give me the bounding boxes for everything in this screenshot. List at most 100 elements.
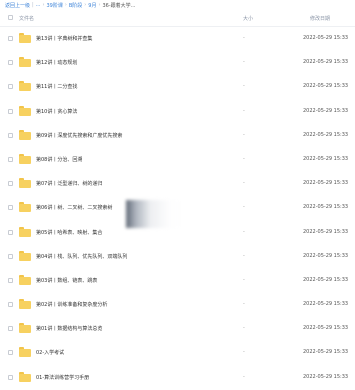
row-checkbox[interactable] (8, 350, 13, 356)
row-checkbox[interactable] (8, 108, 13, 114)
file-name[interactable]: 01-算法训练营学习手册 (36, 374, 89, 381)
file-size: - (243, 325, 245, 332)
breadcrumb-separator: | (32, 2, 34, 8)
folder-icon (19, 274, 31, 285)
row-checkbox[interactable] (8, 181, 13, 187)
file-name[interactable]: 第04讲丨栈、队列、优先队列、双端队列 (36, 253, 127, 260)
breadcrumb: 返回上一级 | ... › 39阶课 › B阶段 › 9月 › 36-跟着大学.… (0, 0, 355, 10)
row-checkbox[interactable] (8, 253, 13, 259)
file-size: - (243, 131, 245, 138)
file-name[interactable]: 第12讲丨动态规划 (36, 59, 77, 66)
file-size: - (243, 252, 245, 259)
folder-icon (19, 299, 31, 310)
folder-icon (19, 81, 31, 92)
select-all-checkbox[interactable] (8, 15, 13, 20)
folder-icon (19, 371, 31, 382)
file-name[interactable]: 第08讲丨分治、回溯 (36, 156, 82, 163)
file-row[interactable]: 第12讲丨动态规划 - 2022-05-29 15:33 (0, 51, 355, 75)
file-date: 2022-05-29 15:33 (303, 204, 349, 211)
file-row[interactable]: 第07讲丨泛型递归、树的递归 - 2022-05-29 15:33 (0, 172, 355, 196)
breadcrumb-item-stage[interactable]: B阶段 (69, 2, 82, 9)
file-row[interactable]: 01-算法训练营学习手册 - 2022-05-29 15:33 (0, 366, 355, 390)
file-row[interactable]: 第08讲丨分治、回溯 - 2022-05-29 15:33 (0, 148, 355, 172)
file-date: 2022-05-29 15:33 (303, 35, 349, 41)
file-row[interactable]: 02-入学考试 - 2022-05-29 15:33 (0, 341, 355, 365)
file-size: - (243, 301, 245, 308)
breadcrumb-separator: › (98, 2, 101, 8)
file-row[interactable]: 第09讲丨深度优先搜索和广度优先搜索 - 2022-05-29 15:33 (0, 124, 355, 148)
row-checkbox[interactable] (8, 277, 13, 283)
file-date: 2022-05-29 15:33 (303, 276, 349, 283)
file-date: 2022-05-29 15:33 (303, 180, 349, 187)
file-size: - (243, 276, 245, 283)
file-date: 2022-05-29 15:33 (303, 373, 349, 380)
file-size: - (243, 107, 245, 114)
file-date: 2022-05-29 15:33 (303, 107, 349, 114)
file-size: - (243, 83, 245, 90)
file-size: - (243, 35, 245, 41)
file-size: - (243, 180, 245, 187)
file-name[interactable]: 第06讲丨树、二叉树、二叉搜索树 (36, 204, 112, 211)
breadcrumb-item-month[interactable]: 9月 (88, 2, 96, 9)
file-date: 2022-05-29 15:33 (303, 59, 349, 66)
file-name[interactable]: 第01讲丨数据结构与算法总览 (36, 325, 102, 332)
file-name[interactable]: 第11讲丨二分查找 (36, 83, 77, 90)
file-name[interactable]: 第10讲丨贪心算法 (36, 108, 77, 115)
folder-icon (19, 33, 31, 43)
file-date: 2022-05-29 15:33 (303, 252, 349, 259)
file-name[interactable]: 02-入学考试 (36, 349, 64, 356)
file-date: 2022-05-29 15:33 (303, 349, 349, 356)
folder-icon (19, 105, 31, 116)
column-header-size[interactable]: 大小 (243, 15, 253, 22)
breadcrumb-separator: › (84, 2, 87, 8)
file-name[interactable]: 第05讲丨哈希表、映射、集合 (36, 229, 102, 236)
row-checkbox[interactable] (8, 156, 13, 162)
row-checkbox[interactable] (8, 205, 13, 211)
row-checkbox[interactable] (8, 36, 13, 41)
file-date: 2022-05-29 15:33 (303, 228, 349, 235)
file-name[interactable]: 第03讲丨数组、链表、跳表 (36, 277, 97, 284)
folder-icon (19, 323, 31, 334)
column-header-date[interactable]: 修改日期 (310, 15, 330, 22)
file-date: 2022-05-29 15:33 (303, 131, 349, 138)
file-date: 2022-05-29 15:33 (303, 155, 349, 162)
file-row[interactable]: 第13讲丨字典树和并查集 - 2022-05-29 15:33 (0, 27, 355, 51)
blurred-overlay (126, 200, 180, 228)
file-row[interactable]: 第04讲丨栈、队列、优先队列、双端队列 - 2022-05-29 15:33 (0, 245, 355, 269)
row-checkbox[interactable] (8, 302, 13, 308)
column-header-name[interactable]: 文件名 (19, 15, 34, 22)
row-checkbox[interactable] (8, 229, 13, 235)
file-size: - (243, 155, 245, 162)
file-row[interactable]: 第10讲丨贪心算法 - 2022-05-29 15:33 (0, 100, 355, 124)
breadcrumb-item-ellipsis[interactable]: ... (36, 2, 41, 8)
row-checkbox[interactable] (8, 84, 13, 90)
row-checkbox[interactable] (8, 60, 13, 66)
folder-icon (19, 250, 31, 261)
folder-icon (19, 129, 31, 140)
file-date: 2022-05-29 15:33 (303, 83, 349, 90)
breadcrumb-back-link[interactable]: 返回上一级 (5, 2, 30, 9)
file-row[interactable]: 第03讲丨数组、链表、跳表 - 2022-05-29 15:33 (0, 269, 355, 293)
file-date: 2022-05-29 15:33 (303, 301, 349, 308)
file-size: - (243, 228, 245, 235)
file-row[interactable]: 第01讲丨数据结构与算法总览 - 2022-05-29 15:33 (0, 317, 355, 341)
file-row[interactable]: 第02讲丨训练准备和复杂度分析 - 2022-05-29 15:33 (0, 293, 355, 317)
file-name[interactable]: 第02讲丨训练准备和复杂度分析 (36, 301, 107, 308)
folder-icon (19, 226, 31, 237)
breadcrumb-separator: › (64, 2, 67, 8)
file-name[interactable]: 第09讲丨深度优先搜索和广度优先搜索 (36, 132, 122, 139)
file-size: - (243, 59, 245, 66)
file-name[interactable]: 第07讲丨泛型递归、树的递归 (36, 180, 102, 187)
file-size: - (243, 373, 245, 380)
row-checkbox[interactable] (8, 132, 13, 138)
file-size: - (243, 349, 245, 356)
folder-icon (19, 57, 31, 68)
breadcrumb-item-course[interactable]: 39阶课 (46, 2, 62, 9)
row-checkbox[interactable] (8, 374, 13, 380)
file-name[interactable]: 第13讲丨字典树和并查集 (36, 35, 92, 42)
folder-icon (19, 202, 31, 213)
folder-icon (19, 347, 31, 358)
file-row[interactable]: 第11讲丨二分查找 - 2022-05-29 15:33 (0, 75, 355, 99)
row-checkbox[interactable] (8, 326, 13, 332)
file-size: - (243, 204, 245, 211)
